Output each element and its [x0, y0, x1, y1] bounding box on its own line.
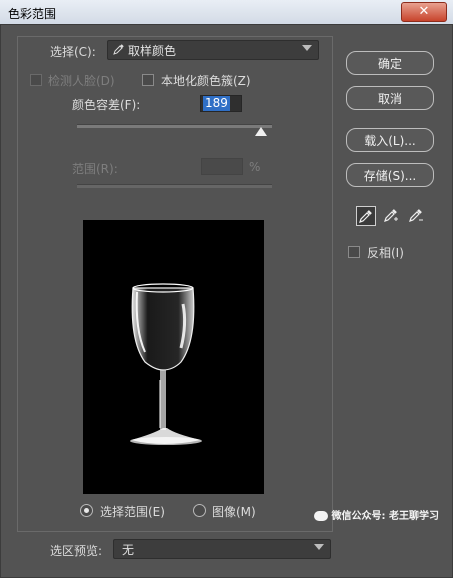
chevron-down-icon — [302, 45, 312, 51]
eyedropper-minus-icon[interactable] — [407, 206, 427, 226]
wine-glass-mask — [130, 283, 202, 445]
ok-button[interactable]: 确定 — [346, 51, 434, 75]
title-bar: 色彩范围 ✕ — [0, 0, 453, 25]
selection-preview-dropdown[interactable]: 无 — [113, 539, 331, 559]
cancel-button[interactable]: 取消 — [346, 86, 434, 110]
select-label: 选择(C): — [50, 45, 96, 59]
chevron-down-icon — [314, 544, 324, 550]
watermark: 微信公众号: 老王聊学习 — [313, 507, 439, 522]
localized-clusters-label: 本地化颜色簇(Z) — [161, 74, 251, 88]
fuzziness-input[interactable]: 189 — [200, 95, 242, 112]
eyedropper-icon — [113, 43, 125, 58]
localized-clusters-checkbox[interactable] — [142, 74, 154, 86]
selection-radio-label: 选择范围(E) — [100, 505, 165, 519]
fuzziness-value: 189 — [203, 96, 230, 111]
selection-preview-value: 无 — [122, 543, 135, 557]
selection-preview-image — [83, 220, 264, 494]
range-label: 范围(R): — [72, 162, 118, 176]
range-unit: % — [249, 160, 261, 174]
detect-faces-checkbox[interactable] — [30, 74, 42, 86]
image-radio[interactable] — [193, 504, 206, 517]
fuzziness-label: 颜色容差(F): — [72, 98, 141, 112]
load-button[interactable]: 载入(L)... — [346, 128, 434, 152]
selection-preview-label: 选区预览: — [50, 544, 103, 558]
image-radio-label: 图像(M) — [212, 505, 256, 519]
invert-checkbox[interactable] — [348, 246, 360, 258]
save-button[interactable]: 存储(S)... — [346, 163, 434, 187]
invert-label: 反相(I) — [367, 246, 404, 260]
fuzziness-slider-track[interactable] — [77, 124, 272, 128]
eyedropper-plus-icon[interactable] — [382, 206, 402, 226]
close-button[interactable]: ✕ — [401, 2, 447, 22]
detect-faces-label: 检测人脸(D) — [48, 74, 115, 88]
select-dropdown[interactable]: 取样颜色 — [107, 40, 319, 60]
selection-radio[interactable] — [80, 504, 93, 517]
fuzziness-slider-thumb[interactable] — [255, 127, 267, 136]
window-title: 色彩范围 — [8, 7, 57, 21]
watermark-text: 微信公众号: 老王聊学习 — [331, 511, 439, 522]
wechat-icon — [313, 511, 328, 521]
select-value: 取样颜色 — [128, 44, 177, 58]
range-slider-track[interactable] — [77, 184, 272, 188]
eyedropper-tool-icon[interactable] — [356, 206, 376, 226]
range-input[interactable] — [201, 158, 243, 175]
